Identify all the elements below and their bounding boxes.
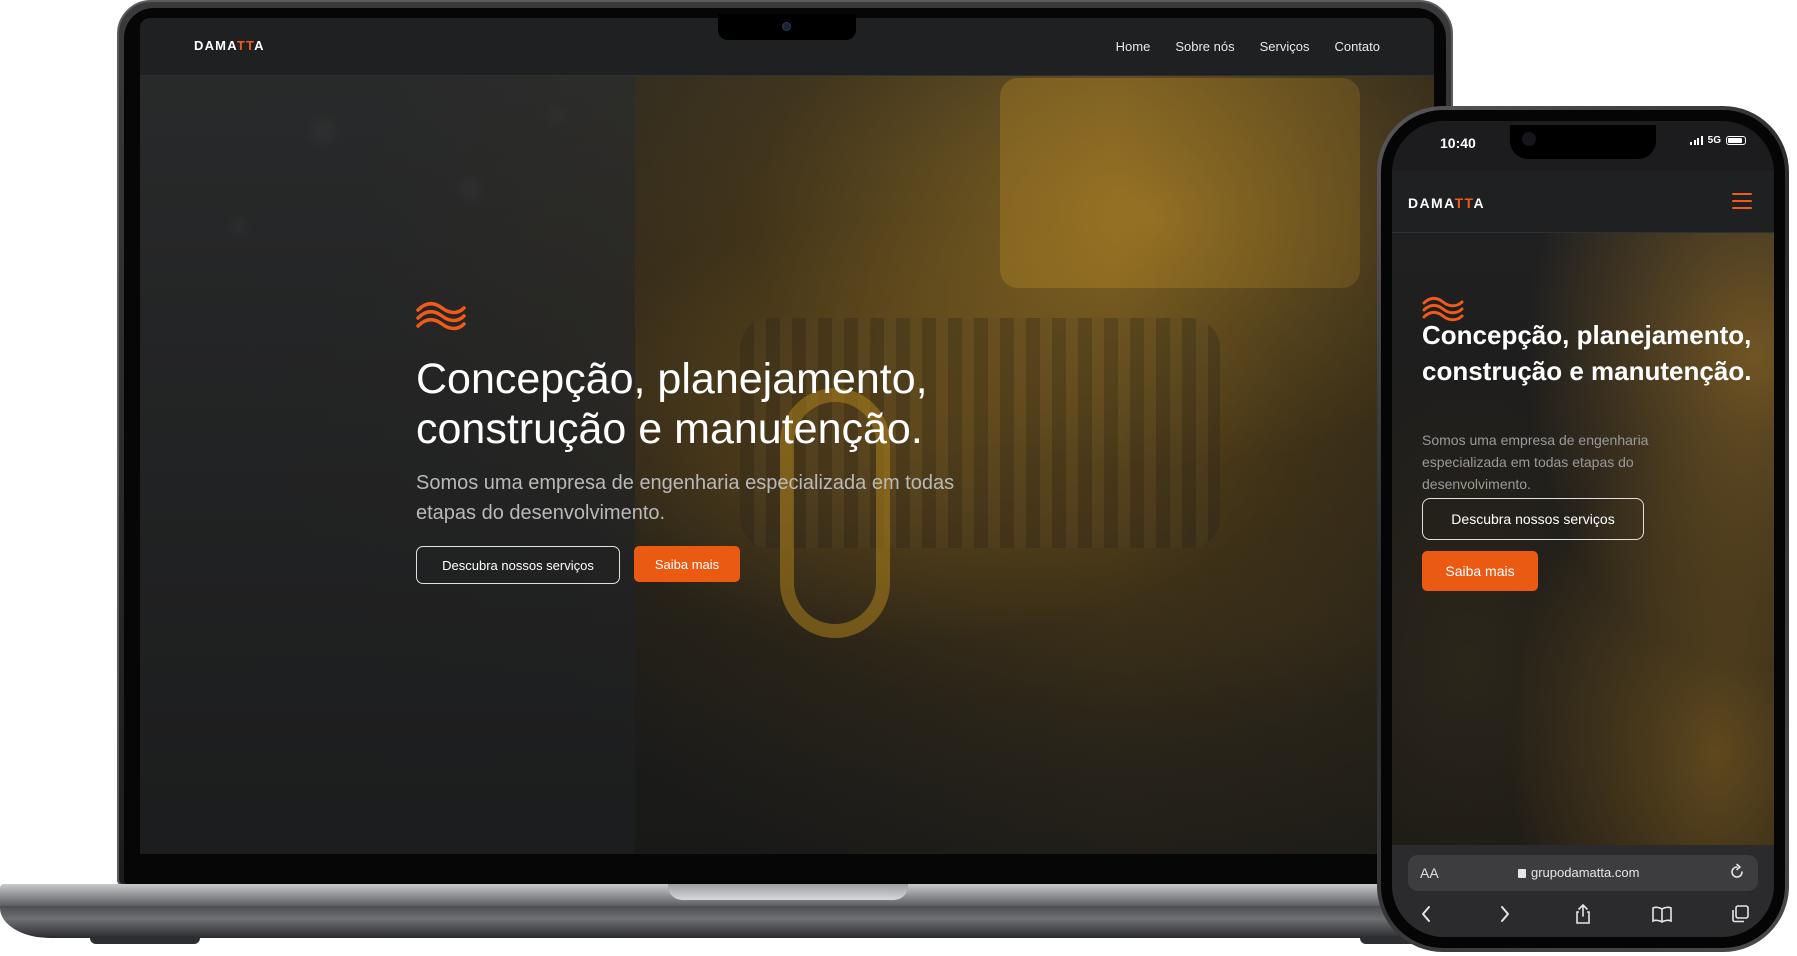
laptop-camera-notch — [718, 14, 856, 40]
phone-screen: 10:40 5G DAMATTA Concepção, planejamento… — [1392, 121, 1774, 937]
hero-title: Concepção, planejamento, construção e ma… — [416, 355, 928, 453]
lock-icon — [1518, 869, 1526, 878]
reload-icon[interactable] — [1728, 863, 1746, 881]
bookmarks-icon[interactable] — [1650, 902, 1674, 926]
hamburger-menu-icon[interactable] — [1732, 193, 1752, 209]
phone-site-navbar: DAMATTA — [1392, 171, 1774, 233]
hero-subtitle: Somos uma empresa de engenharia especial… — [1422, 432, 1649, 492]
camera-icon — [782, 22, 791, 31]
url-text: grupodamatta.com — [1531, 865, 1640, 880]
forward-icon[interactable] — [1493, 902, 1517, 926]
brand-waves-icon — [416, 302, 466, 331]
browser-bottom-bar: AA grupodamatta.com — [1392, 845, 1774, 937]
battery-icon — [1726, 136, 1746, 145]
dynamic-island — [1510, 125, 1656, 159]
nav-link-servicos[interactable]: Serviços — [1260, 39, 1310, 54]
site-logo[interactable]: DAMATTA — [1408, 195, 1485, 211]
back-icon[interactable] — [1414, 902, 1438, 926]
share-icon[interactable] — [1571, 902, 1595, 926]
browser-toolbar — [1408, 899, 1758, 929]
network-label: 5G — [1707, 135, 1721, 146]
discover-services-button[interactable]: Descubra nossos serviços — [416, 546, 620, 584]
laptop-opening-notch — [668, 884, 908, 900]
hero-left-overlay — [140, 76, 635, 854]
camera-icon — [1522, 132, 1536, 146]
nav-link-sobre-nos[interactable]: Sobre nós — [1175, 39, 1234, 54]
nav-menu: Home Sobre nós Serviços Contato — [1116, 39, 1380, 54]
laptop-base — [0, 884, 1560, 956]
nav-link-home[interactable]: Home — [1116, 39, 1151, 54]
learn-more-button[interactable]: Saiba mais — [634, 546, 740, 582]
text-size-button[interactable]: AA — [1420, 865, 1439, 881]
laptop-screen: DAMATTA Home Sobre nós Serviços Contato … — [140, 18, 1434, 854]
signal-icon — [1690, 136, 1703, 145]
tabs-icon[interactable] — [1728, 902, 1752, 926]
site-logo[interactable]: DAMATTA — [194, 38, 265, 53]
status-time: 10:40 — [1440, 135, 1476, 151]
hero-title: Concepção, planejamento, construção e ma… — [1422, 320, 1752, 386]
nav-link-contato[interactable]: Contato — [1334, 39, 1380, 54]
hero-right-overlay — [635, 76, 1434, 854]
learn-more-button[interactable]: Saiba mais — [1422, 551, 1538, 591]
hero-subtitle: Somos uma empresa de engenharia especial… — [416, 472, 955, 524]
discover-services-button[interactable]: Descubra nossos serviços — [1422, 498, 1644, 540]
address-bar[interactable]: AA grupodamatta.com — [1408, 855, 1758, 891]
